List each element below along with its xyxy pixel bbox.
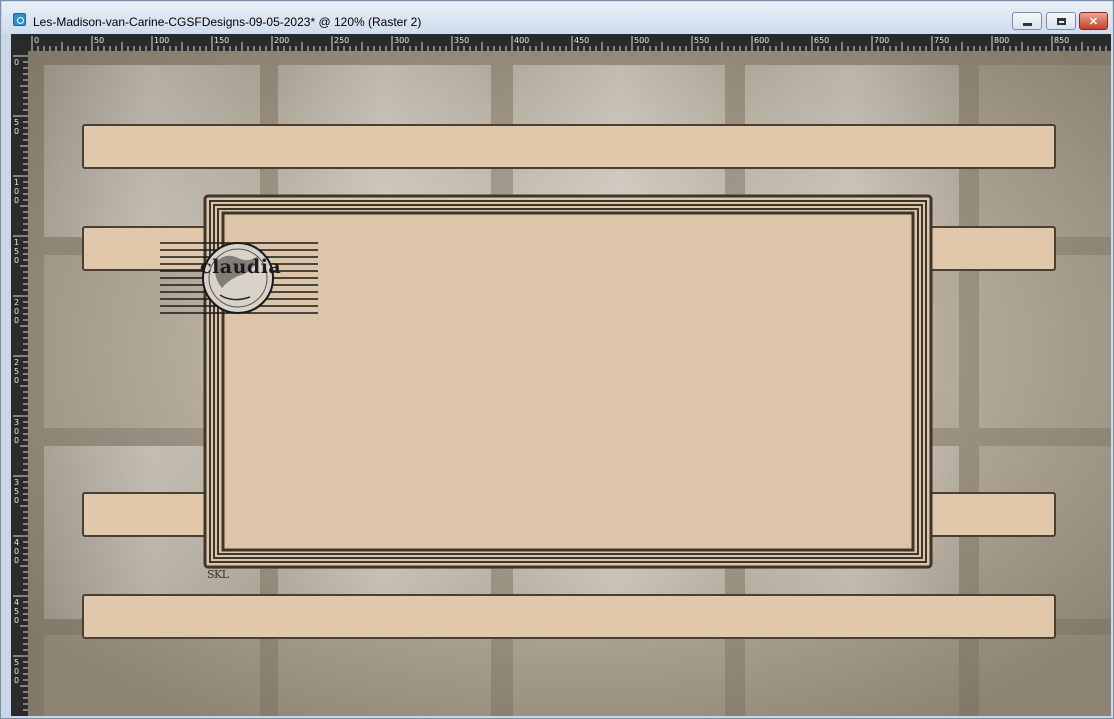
- ruler-label: 5: [14, 487, 19, 496]
- horizontal-ruler-ticks: 0 50 100 150 200 250 300 350 400 450 500 550 600 650 7…: [31, 36, 1107, 51]
- ruler-label: 0: [14, 58, 19, 67]
- ruler-label: 1: [14, 178, 19, 187]
- close-button[interactable]: ✕: [1079, 12, 1108, 30]
- minimize-button[interactable]: [1012, 12, 1042, 30]
- vertical-ruler-ticks: 050100150200250300350400450500: [13, 55, 28, 711]
- ruler-label: 0: [14, 316, 19, 325]
- ruler-label: 3: [14, 418, 19, 427]
- ruler-label: 200: [274, 36, 289, 45]
- ruler-label: 0: [14, 616, 19, 625]
- watermark-text: claudia: [200, 256, 282, 278]
- ruler-label: 0: [14, 427, 19, 436]
- ruler-label: 450: [574, 36, 589, 45]
- ruler-label: 0: [14, 496, 19, 505]
- ruler-label: 250: [334, 36, 349, 45]
- ruler-label: 0: [14, 667, 19, 676]
- ruler-label: 5: [14, 658, 19, 667]
- maximize-icon: [1056, 17, 1066, 25]
- ruler-label: 0: [14, 256, 19, 265]
- ruler-label: 0: [34, 36, 39, 45]
- watermark[interactable]: claudia: [160, 240, 318, 315]
- ruler-label: 4: [14, 538, 19, 547]
- ruler-label: 300: [394, 36, 409, 45]
- ruler-label: 5: [14, 607, 19, 616]
- title-bar[interactable]: Les-Madison-van-Carine-CGSFDesigns-09-05…: [2, 2, 1112, 34]
- close-icon: ✕: [1088, 15, 1099, 28]
- ruler-label: 350: [454, 36, 469, 45]
- image-canvas[interactable]: claudia SKL: [28, 51, 1111, 716]
- ruler-label: 850: [1054, 36, 1069, 45]
- ruler-label: 0: [14, 556, 19, 565]
- maximize-button[interactable]: [1046, 12, 1076, 30]
- ruler-label: 5: [14, 118, 19, 127]
- ruler-corner: [11, 34, 28, 51]
- ruler-label: 0: [14, 547, 19, 556]
- ruler-label: 0: [14, 187, 19, 196]
- ruler-label: 0: [14, 127, 19, 136]
- horizontal-ruler[interactable]: 0 50 100 150 200 250 300 350 400 450 500 550 600 650 7…: [28, 34, 1111, 51]
- ruler-label: 2: [14, 298, 19, 307]
- ruler-label: 4: [14, 598, 19, 607]
- minimize-icon: [1022, 22, 1032, 26]
- ruler-label: 650: [814, 36, 829, 45]
- app-icon: [13, 13, 26, 26]
- ruler-label: 600: [754, 36, 769, 45]
- ruler-label: 400: [514, 36, 529, 45]
- ruler-label: 50: [94, 36, 104, 45]
- ruler-label: 5: [14, 247, 19, 256]
- window-title: Les-Madison-van-Carine-CGSFDesigns-09-05…: [33, 15, 422, 29]
- vertical-ruler[interactable]: 050100150200250300350400450500: [11, 51, 28, 716]
- ruler-label: 5: [14, 367, 19, 376]
- ruler-label: 500: [634, 36, 649, 45]
- canvas-artwork: [28, 51, 1111, 716]
- ruler-label: 100: [154, 36, 169, 45]
- ruler-label: 700: [874, 36, 889, 45]
- ruler-label: 550: [694, 36, 709, 45]
- ruler-label: 0: [14, 436, 19, 445]
- ruler-label: 3: [14, 478, 19, 487]
- ruler-label: 1: [14, 238, 19, 247]
- image-window: Les-Madison-van-Carine-CGSFDesigns-09-05…: [0, 0, 1114, 719]
- ruler-label: 0: [14, 196, 19, 205]
- ruler-label: 0: [14, 676, 19, 685]
- ruler-label: 2: [14, 358, 19, 367]
- ruler-label: 0: [14, 307, 19, 316]
- ruler-label: 750: [934, 36, 949, 45]
- ruler-label: 150: [214, 36, 229, 45]
- signature: SKL: [207, 568, 229, 581]
- ruler-label: 0: [14, 376, 19, 385]
- ruler-label: 800: [994, 36, 1009, 45]
